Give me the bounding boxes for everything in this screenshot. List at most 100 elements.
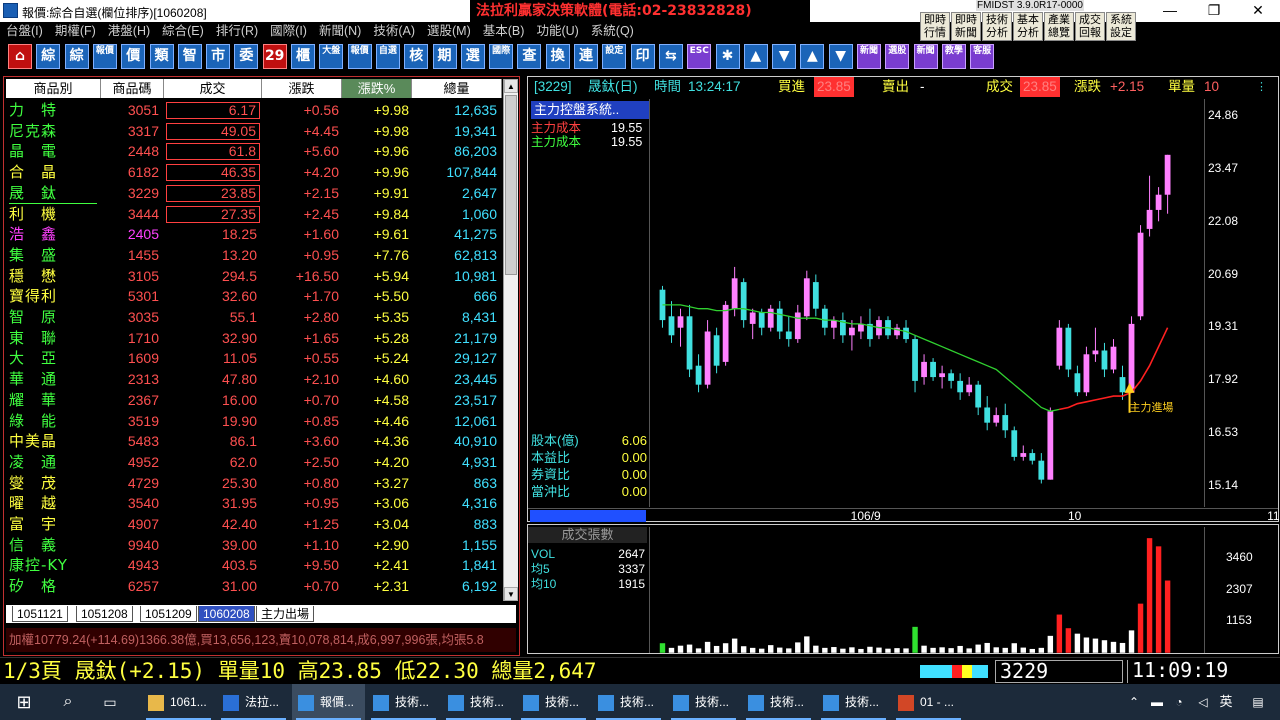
network-icon[interactable]: ▬	[1146, 684, 1168, 720]
taskbar-button[interactable]: 法拉...	[217, 684, 290, 720]
menu-item[interactable]: 技術(A)	[367, 22, 421, 40]
toolbar-button[interactable]: 價	[121, 44, 146, 69]
taskbar-button[interactable]: 技術...	[667, 684, 740, 720]
restore-button[interactable]: ❐	[1192, 0, 1236, 22]
table-row[interactable]: 晶 電 2448 61.8 +5.60 +9.96 86,203	[6, 141, 502, 162]
table-row[interactable]: 穩 懋 3105 294.5 +16.50 +5.94 10,981	[6, 266, 502, 287]
toolbar-button[interactable]: 櫃	[291, 44, 315, 69]
taskbar-button[interactable]: 技術...	[517, 684, 590, 720]
taskbar-button[interactable]: 01 - ...	[892, 684, 965, 720]
toolbar-button[interactable]: ✱	[715, 44, 740, 69]
taskbar-button[interactable]: 技術...	[592, 684, 665, 720]
toolbar-button[interactable]: 選	[460, 44, 485, 69]
start-button[interactable]: ⊞	[0, 684, 48, 720]
toolbar-button[interactable]: 委	[234, 44, 259, 69]
toolbar-button[interactable]: 29	[262, 44, 287, 69]
scroll-thumb[interactable]	[505, 95, 517, 275]
taskbar-button[interactable]: 技術...	[367, 684, 440, 720]
sheet-tab[interactable]: 1051209	[140, 606, 197, 622]
toolbar-button[interactable]: 智	[177, 44, 202, 69]
toolbar-button[interactable]: 報價	[347, 44, 372, 69]
scroll-down-icon[interactable]: ▼	[504, 587, 518, 601]
table-row[interactable]: 智 原 3035 55.1 +2.80 +5.35 8,431	[6, 307, 502, 328]
toolbar-button[interactable]: 報價	[92, 44, 117, 69]
quick-button[interactable]: 基本 分析	[1013, 12, 1043, 41]
table-row[interactable]: 燮 茂 4729 25.30 +0.80 +3.27 863	[6, 473, 502, 494]
toolbar-button[interactable]: ▼	[828, 44, 853, 69]
toolbar-button[interactable]: ⇆	[658, 44, 683, 69]
menu-item[interactable]: 綜合(E)	[156, 22, 210, 40]
notifications-icon[interactable]: ▤	[1242, 684, 1274, 720]
column-header[interactable]: 商品碼	[101, 79, 164, 98]
table-row[interactable]: 寶得利 5301 32.60 +1.70 +5.50 666	[6, 286, 502, 307]
menu-item[interactable]: 台盤(I)	[0, 22, 49, 40]
taskbar-button[interactable]: 技術...	[817, 684, 890, 720]
toolbar-button[interactable]: 客服	[970, 44, 995, 69]
toolbar-button[interactable]: 自選	[375, 44, 400, 69]
toolbar-button[interactable]: 新聞	[913, 44, 938, 69]
status-code-box[interactable]: 3229	[995, 660, 1123, 683]
toolbar-button[interactable]: 核	[404, 44, 429, 69]
table-row[interactable]: 集 盛 1455 13.20 +0.95 +7.76 62,813	[6, 245, 502, 266]
date-scroll-bar[interactable]	[530, 510, 646, 522]
toolbar-button[interactable]: 印	[630, 44, 655, 69]
menu-item[interactable]: 排行(R)	[210, 22, 264, 40]
toolbar-button[interactable]: ESC	[687, 44, 712, 69]
column-header[interactable]: 漲跌	[262, 79, 342, 98]
table-row[interactable]: 富 宇 4907 42.40 +1.25 +3.04 883	[6, 514, 502, 535]
table-row[interactable]: 耀 華 2367 16.00 +0.70 +4.58 23,517	[6, 390, 502, 411]
column-header[interactable]: 商品別	[6, 79, 101, 98]
menu-item[interactable]: 期權(F)	[49, 22, 102, 40]
quick-button[interactable]: 系統 設定	[1106, 12, 1136, 41]
toolbar-button[interactable]: 市	[206, 44, 231, 69]
table-row[interactable]: 華 通 2313 47.80 +2.10 +4.60 23,445	[6, 369, 502, 390]
toolbar-button[interactable]: 設定	[602, 44, 627, 69]
tray-chevron-icon[interactable]: ⌃	[1124, 684, 1144, 720]
quick-button[interactable]: 技術 分析	[982, 12, 1012, 41]
menu-item[interactable]: 國際(I)	[264, 22, 313, 40]
menu-item[interactable]: 系統(Q)	[585, 22, 640, 40]
table-row[interactable]: 尼克森 3317 49.05 +4.45 +9.98 19,341	[6, 121, 502, 142]
quick-button[interactable]: 即時 行情	[920, 12, 950, 41]
menu-item[interactable]: 新聞(N)	[313, 22, 367, 40]
input-language[interactable]: 英	[1214, 684, 1238, 720]
toolbar-button[interactable]: 類	[149, 44, 174, 69]
task-view-icon[interactable]: ▭	[88, 684, 132, 720]
table-row[interactable]: 康控-KY 4943 403.5 +9.50 +2.41 1,841	[6, 555, 502, 576]
minimize-button[interactable]: —	[1148, 0, 1192, 22]
table-row[interactable]: 晟 鈦 3229 23.85 +2.15 +9.91 2,647	[6, 183, 502, 204]
toolbar-button[interactable]: 新聞	[857, 44, 881, 69]
wifi-icon[interactable]: ◔	[1168, 684, 1190, 720]
scroll-up-icon[interactable]: ▲	[504, 79, 518, 93]
table-row[interactable]: 矽 格 6257 31.00 +0.70 +2.31 6,192	[6, 576, 502, 597]
table-row[interactable]: 曜 越 3540 31.95 +0.95 +3.06 4,316	[6, 493, 502, 514]
menu-item[interactable]: 港盤(H)	[102, 22, 156, 40]
table-row[interactable]: 浩 鑫 2405 18.25 +1.60 +9.61 41,275	[6, 224, 502, 245]
sheet-tab[interactable]: 主力出場	[256, 606, 315, 622]
quote-scrollbar[interactable]: ▲ ▼	[503, 79, 518, 601]
taskbar-button[interactable]: 報價...	[292, 684, 365, 720]
toolbar-button[interactable]: 教學	[941, 44, 966, 69]
toolbar-button[interactable]: 查	[517, 44, 542, 69]
table-row[interactable]: 東 聯 1710 32.90 +1.65 +5.28 21,179	[6, 328, 502, 349]
indicator-title[interactable]: 主力控盤系統..	[531, 101, 649, 119]
table-row[interactable]: 綠 能 3519 19.90 +0.85 +4.46 12,061	[6, 411, 502, 432]
column-header[interactable]: 成交	[164, 79, 262, 98]
toolbar-button[interactable]: ⌂	[8, 44, 32, 69]
volume-chart[interactable]	[649, 527, 1205, 653]
column-header[interactable]: 總量	[412, 79, 502, 98]
chart-menu-icon[interactable]: ⋮	[1256, 77, 1267, 97]
menu-item[interactable]: 功能(U)	[530, 22, 584, 40]
toolbar-button[interactable]: 綜	[36, 44, 61, 69]
toolbar-button[interactable]: 連	[574, 44, 598, 69]
toolbar-button[interactable]: 綜	[64, 44, 89, 69]
table-row[interactable]: 凌 通 4952 62.0 +2.50 +4.20 4,931	[6, 452, 502, 473]
toolbar-button[interactable]: 國際	[489, 44, 514, 69]
sheet-tab[interactable]: 1060208	[198, 606, 255, 622]
close-button[interactable]: ✕	[1236, 0, 1280, 22]
volume-icon[interactable]: ◁	[1192, 684, 1214, 720]
column-header[interactable]: 漲跌%	[342, 79, 412, 98]
taskbar-button[interactable]: 1061...	[142, 684, 215, 720]
table-row[interactable]: 信 義 9940 39.00 +1.10 +2.90 1,155	[6, 535, 502, 556]
quick-button[interactable]: 即時 新聞	[951, 12, 981, 41]
